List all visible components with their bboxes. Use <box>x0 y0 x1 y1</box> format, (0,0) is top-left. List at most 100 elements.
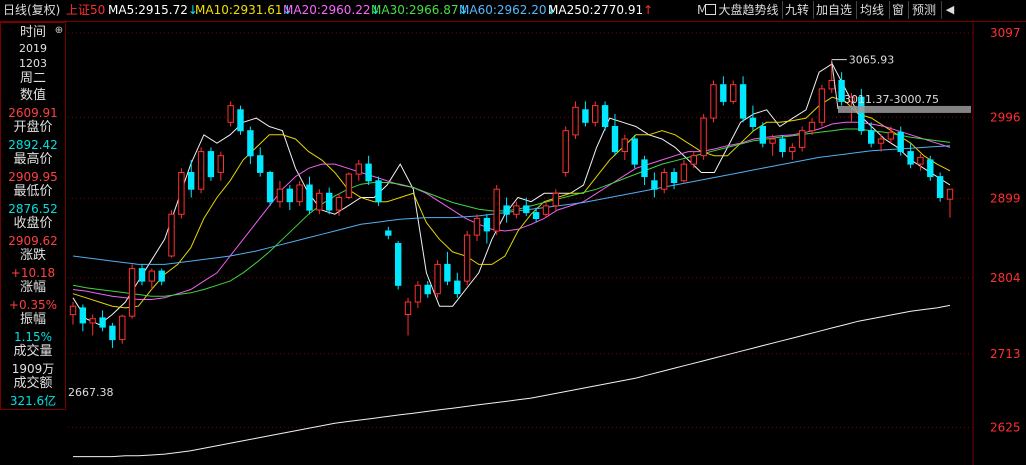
ma-legend-value: 2915.72 <box>138 3 188 17</box>
amplitude-label: 振幅 <box>19 312 46 327</box>
close-value: 2909.62 <box>8 234 58 248</box>
candlestick-chart[interactable]: 309729962899280427132625 3065.932667.383… <box>0 22 1026 465</box>
candle-body <box>128 268 136 317</box>
candle-body <box>611 126 619 153</box>
candle-body <box>119 315 126 341</box>
candle-body <box>158 270 165 282</box>
candle-body <box>188 172 195 190</box>
info-panel: ⊕ 时间 2019 1203 周二 数值 2609.91 开盘价 2892.42… <box>0 22 66 410</box>
candle-body <box>749 117 757 127</box>
high-value: 2909.95 <box>8 170 58 184</box>
candle-body <box>513 205 520 215</box>
candle-body <box>493 188 500 232</box>
candle-body <box>927 159 934 178</box>
candle-up <box>434 260 441 298</box>
candle-down <box>749 105 757 131</box>
close-label: 收盘价 <box>13 216 53 231</box>
high-label: 最高价 <box>13 152 53 167</box>
candle-body <box>936 176 944 199</box>
candle-body <box>572 106 579 136</box>
candle-body <box>286 188 294 203</box>
candle-up <box>128 264 136 319</box>
candle-body <box>739 84 747 119</box>
candle-body <box>887 131 895 140</box>
ma-legend-item: MA5:2915.72↓ <box>108 3 198 17</box>
candle-down <box>641 155 648 185</box>
candle-body <box>355 163 363 175</box>
candle-body <box>523 205 530 214</box>
candle-up <box>493 184 500 236</box>
candle-up <box>562 126 569 177</box>
candle-body <box>237 109 244 132</box>
candle-down <box>207 147 215 181</box>
checkbox-icon[interactable] <box>705 4 717 15</box>
candle-body <box>730 84 737 102</box>
candle-up <box>178 168 185 219</box>
candle-up <box>680 159 688 183</box>
candle-down <box>720 76 727 106</box>
candle-down <box>927 155 934 181</box>
candle-up <box>552 189 559 211</box>
nine-turn-button[interactable]: 九转 <box>782 1 811 19</box>
annotations: 3065.93 2667.38 3011.37-3000.75 <box>68 54 971 399</box>
candle-up <box>473 214 481 241</box>
candle-body <box>404 301 412 315</box>
candle-up <box>414 281 422 308</box>
candle-body <box>789 146 796 153</box>
candle-body <box>365 163 372 182</box>
candle-down <box>266 170 274 206</box>
ma-legend-item: MA60:2962.20↓ <box>459 3 557 17</box>
candle-body <box>148 270 156 282</box>
change-value: +10.18 <box>10 266 56 280</box>
ma-legend-label: MA10: <box>195 3 233 17</box>
candle-down <box>936 172 944 202</box>
moving-average-lines <box>72 63 951 458</box>
change-pct-value: +0.35% <box>8 298 58 312</box>
ma-legend-label: MA60: <box>459 3 497 17</box>
candle-down <box>907 143 914 169</box>
candle-body <box>316 192 323 211</box>
candle-down <box>868 122 875 148</box>
date-value: 1203 <box>19 57 47 70</box>
candle-up <box>661 168 668 194</box>
candle-up <box>799 126 806 152</box>
candle-down <box>483 214 491 244</box>
candle-up <box>168 210 175 258</box>
ma-legend-value: 2960.22 <box>320 3 371 17</box>
low-marker-label: 2667.38 <box>68 386 114 399</box>
candle-body <box>109 325 116 341</box>
candle-up <box>69 302 77 325</box>
candle-up <box>730 80 737 104</box>
candle-body <box>828 80 835 90</box>
candle-down <box>532 207 540 223</box>
candle-body <box>769 138 776 144</box>
candle-body <box>690 155 697 165</box>
change-label: 涨跌 <box>19 248 46 263</box>
candle-body <box>818 88 826 123</box>
candle-body <box>621 138 628 152</box>
candle-body <box>247 130 254 157</box>
candle-body <box>542 205 550 215</box>
candle-body <box>483 217 491 232</box>
candle-body <box>178 172 185 215</box>
candle-down <box>257 147 264 177</box>
candle-up <box>197 147 205 194</box>
candle-body <box>917 156 924 165</box>
forecast-button[interactable]: 预测 <box>908 1 939 19</box>
candle-body <box>79 307 86 324</box>
trend-line-toggle[interactable]: 大盘趋势线 <box>705 1 779 19</box>
candle-down <box>385 226 392 240</box>
y-axis: 3097 2996 2899 2804 2713 2625 <box>990 26 1021 435</box>
candle-body <box>257 155 264 173</box>
back-icon[interactable]: ◀ <box>941 1 958 19</box>
avg-line-button[interactable]: 均线 <box>856 1 887 19</box>
ma-legend-item: MA250:2770.91↑ <box>548 3 653 17</box>
candle-body <box>641 159 648 178</box>
add-watchlist-button[interactable]: 加自选 <box>813 1 854 19</box>
year-value: 2019 <box>19 42 47 55</box>
ma-legend-label: MA20: <box>283 3 321 17</box>
candle-up <box>808 118 816 135</box>
amplitude-value: 1.15% <box>13 330 53 344</box>
candle-body <box>582 109 589 123</box>
window-button[interactable]: 窗 <box>889 1 906 19</box>
